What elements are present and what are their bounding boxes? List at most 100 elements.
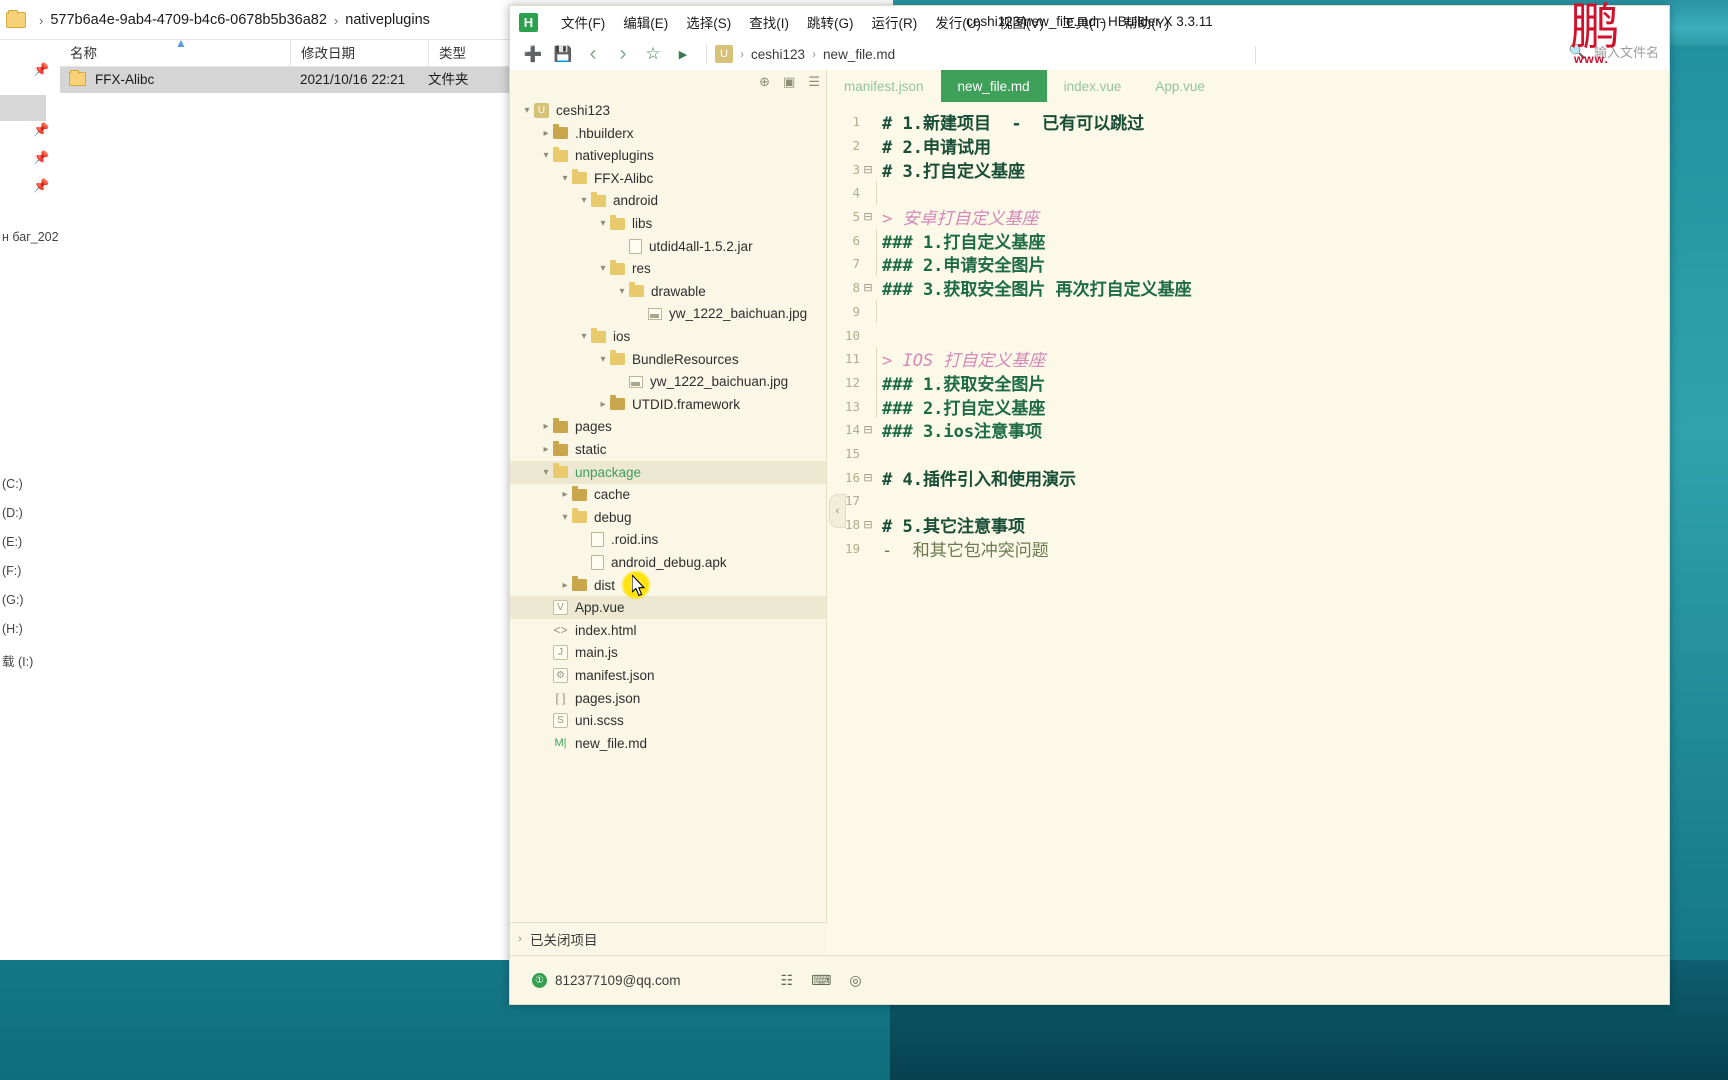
code-line[interactable]: 19 - 和其它包冲突问题: [827, 537, 1669, 561]
tree-item-main-js[interactable]: Jmain.js: [510, 641, 826, 664]
menu-item-publish[interactable]: 发行(U): [926, 9, 990, 35]
tree-item-pages-json[interactable]: [ ] pages.json: [510, 687, 826, 710]
toolbar-breadcrumb-file[interactable]: new_file.md: [823, 47, 895, 62]
run-icon[interactable]: ▶: [668, 41, 698, 67]
tab-new-file-md[interactable]: new_file.md: [940, 70, 1047, 102]
nav-item-label-5[interactable]: (G:): [2, 593, 24, 607]
tree-item-new-file-md[interactable]: M| new_file.md: [510, 732, 826, 755]
terminal-icon[interactable]: ⌨: [811, 972, 831, 989]
tree-item-nativeplugins[interactable]: nativeplugins: [510, 144, 826, 167]
tab-index-vue[interactable]: index.vue: [1047, 70, 1139, 102]
tree-menu-icon[interactable]: ☰: [808, 74, 820, 90]
tree-item-unpackage[interactable]: unpackage: [510, 460, 826, 484]
code-line[interactable]: 8 ⊟ ### 3.获取安全图片 再次打自定义基座: [827, 276, 1669, 300]
nav-item-label-3[interactable]: (E:): [2, 535, 22, 549]
chevron-right-icon[interactable]: [596, 399, 610, 410]
chevron-right-icon[interactable]: [539, 444, 553, 455]
code-line[interactable]: 10: [827, 323, 1669, 347]
menu-item-help[interactable]: 帮助(Y): [1115, 9, 1178, 35]
code-line[interactable]: 12 ### 1.获取安全图片: [827, 370, 1669, 395]
code-line[interactable]: 2 # 2.申请试用: [827, 134, 1669, 158]
chevron-down-icon[interactable]: [558, 512, 572, 523]
pin-icon-2[interactable]: 📌: [33, 122, 49, 138]
code-line[interactable]: 11 > IOS 打自定义基座: [827, 347, 1669, 371]
code-line[interactable]: 15: [827, 442, 1669, 466]
tree-item-pages[interactable]: pages: [510, 415, 826, 438]
tree-item-index-html[interactable]: <> index.html: [510, 619, 826, 642]
fold-toggle-icon[interactable]: ⊟: [860, 423, 876, 436]
chevron-down-icon[interactable]: [539, 150, 553, 161]
chevron-down-icon[interactable]: [520, 105, 534, 116]
chevron-down-icon[interactable]: [615, 286, 629, 297]
chevron-right-icon[interactable]: [539, 421, 553, 432]
chevron-right-icon[interactable]: [558, 580, 572, 591]
tree-item-app-vue[interactable]: V App.vue: [510, 596, 826, 620]
tree-item-roid-ins[interactable]: .roid.ins: [510, 528, 826, 551]
panel-collapse-handle[interactable]: ‹: [829, 494, 846, 528]
browser-icon[interactable]: ◎: [849, 972, 861, 989]
chevron-down-icon[interactable]: [558, 173, 572, 184]
menu-item-goto[interactable]: 跳转(G): [798, 9, 863, 35]
tree-item-res[interactable]: res: [510, 257, 826, 280]
new-file-icon[interactable]: ➕: [518, 41, 548, 67]
tree-item-ffx-alibc[interactable]: FFX-Alibc: [510, 167, 826, 190]
pin-icon-1[interactable]: 📌: [33, 62, 49, 78]
breadcrumb-segment-2[interactable]: nativeplugins: [345, 12, 430, 28]
fold-toggle-icon[interactable]: ⊟: [860, 471, 876, 484]
breadcrumb-segment-1[interactable]: 577b6a4e-9ab4-4709-b4c6-0678b5b36a82: [50, 12, 327, 28]
nav-item-label-2[interactable]: (D:): [2, 506, 23, 520]
menu-item-view[interactable]: 视图(V): [990, 9, 1053, 35]
fold-toggle-icon[interactable]: ⊟: [860, 281, 876, 294]
menu-item-tools[interactable]: 工具(T): [1053, 9, 1115, 35]
tree-item-dist[interactable]: dist: [510, 574, 826, 597]
tree-item-static[interactable]: static: [510, 438, 826, 461]
code-editor[interactable]: 1 # 1.新建项目 - 已有可以跳过 2 # 2.申请试用 3 ⊟ # 3.打自定义基座 4…: [827, 102, 1669, 955]
column-header-modified[interactable]: 修改日期: [290, 40, 430, 67]
menu-item-find[interactable]: 查找(I): [740, 9, 798, 35]
fold-toggle-icon[interactable]: ⊟: [860, 210, 876, 223]
forward-icon[interactable]: ›: [608, 41, 638, 67]
code-line[interactable]: 1 # 1.新建项目 - 已有可以跳过: [827, 110, 1669, 134]
code-line[interactable]: 13 ### 2.打自定义基座: [827, 394, 1669, 419]
menu-item-run[interactable]: 运行(R): [863, 9, 927, 35]
code-line[interactable]: 9: [827, 299, 1669, 324]
chevron-down-icon[interactable]: [596, 354, 610, 365]
nav-item-label-0[interactable]: н баг_202: [2, 230, 59, 244]
code-line[interactable]: 4: [827, 181, 1669, 205]
fold-toggle-icon[interactable]: ⊟: [860, 518, 876, 531]
tree-item-cache[interactable]: cache: [510, 483, 826, 506]
code-line[interactable]: 17: [827, 489, 1669, 513]
tree-item-drawable[interactable]: drawable: [510, 280, 826, 303]
chevron-down-icon[interactable]: [596, 263, 610, 274]
outline-icon[interactable]: ☷: [781, 972, 794, 989]
tree-item-android[interactable]: android: [510, 189, 826, 212]
pin-icon-4[interactable]: 📌: [33, 178, 49, 194]
chevron-down-icon[interactable]: [577, 331, 591, 342]
tree-item-yw-1222-baichuan-jpg[interactable]: yw_1222_baichuan.jpg: [510, 370, 826, 393]
nav-item-label-1[interactable]: (C:): [2, 477, 23, 491]
tab-app-vue[interactable]: App.vue: [1138, 70, 1222, 102]
tree-item-ceshi123[interactable]: Uceshi123: [510, 99, 826, 122]
favorite-star-icon[interactable]: ☆: [638, 41, 668, 67]
account-area[interactable]: ① 812377109@qq.com: [532, 972, 681, 988]
tree-item-manifest-json[interactable]: ⚙ manifest.json: [510, 664, 826, 687]
tree-item-utdid-framework[interactable]: UTDID.framework: [510, 393, 826, 416]
pin-icon-3[interactable]: 📌: [33, 150, 49, 166]
collapse-all-icon[interactable]: ▣: [783, 74, 795, 90]
code-line[interactable]: 5 ⊟ > 安卓打自定义基座: [827, 205, 1669, 229]
code-line[interactable]: 18 ⊟ # 5.其它注意事项: [827, 513, 1669, 537]
code-line[interactable]: 16 ⊟ # 4.插件引入和使用演示: [827, 466, 1669, 490]
code-line[interactable]: 14 ⊟ ### 3.ios注意事项: [827, 418, 1669, 442]
chevron-down-icon[interactable]: [577, 195, 591, 206]
menu-item-file[interactable]: 文件(F): [552, 9, 614, 35]
tree-item-uni-scss[interactable]: Suni.scss: [510, 709, 826, 732]
save-icon[interactable]: 💾: [548, 41, 578, 67]
code-line[interactable]: 3 ⊟ # 3.打自定义基座: [827, 157, 1669, 182]
closed-projects-row[interactable]: › 已关闭项目: [510, 922, 827, 955]
tree-item-hbuilderx[interactable]: .hbuilderx: [510, 122, 826, 145]
chevron-right-icon[interactable]: [558, 489, 572, 500]
code-line[interactable]: 7 ### 2.申请安全图片: [827, 252, 1669, 276]
chevron-down-icon[interactable]: [539, 467, 553, 478]
nav-item-label-4[interactable]: (F:): [2, 564, 21, 578]
code-line[interactable]: 6 ### 1.打自定义基座: [827, 228, 1669, 253]
